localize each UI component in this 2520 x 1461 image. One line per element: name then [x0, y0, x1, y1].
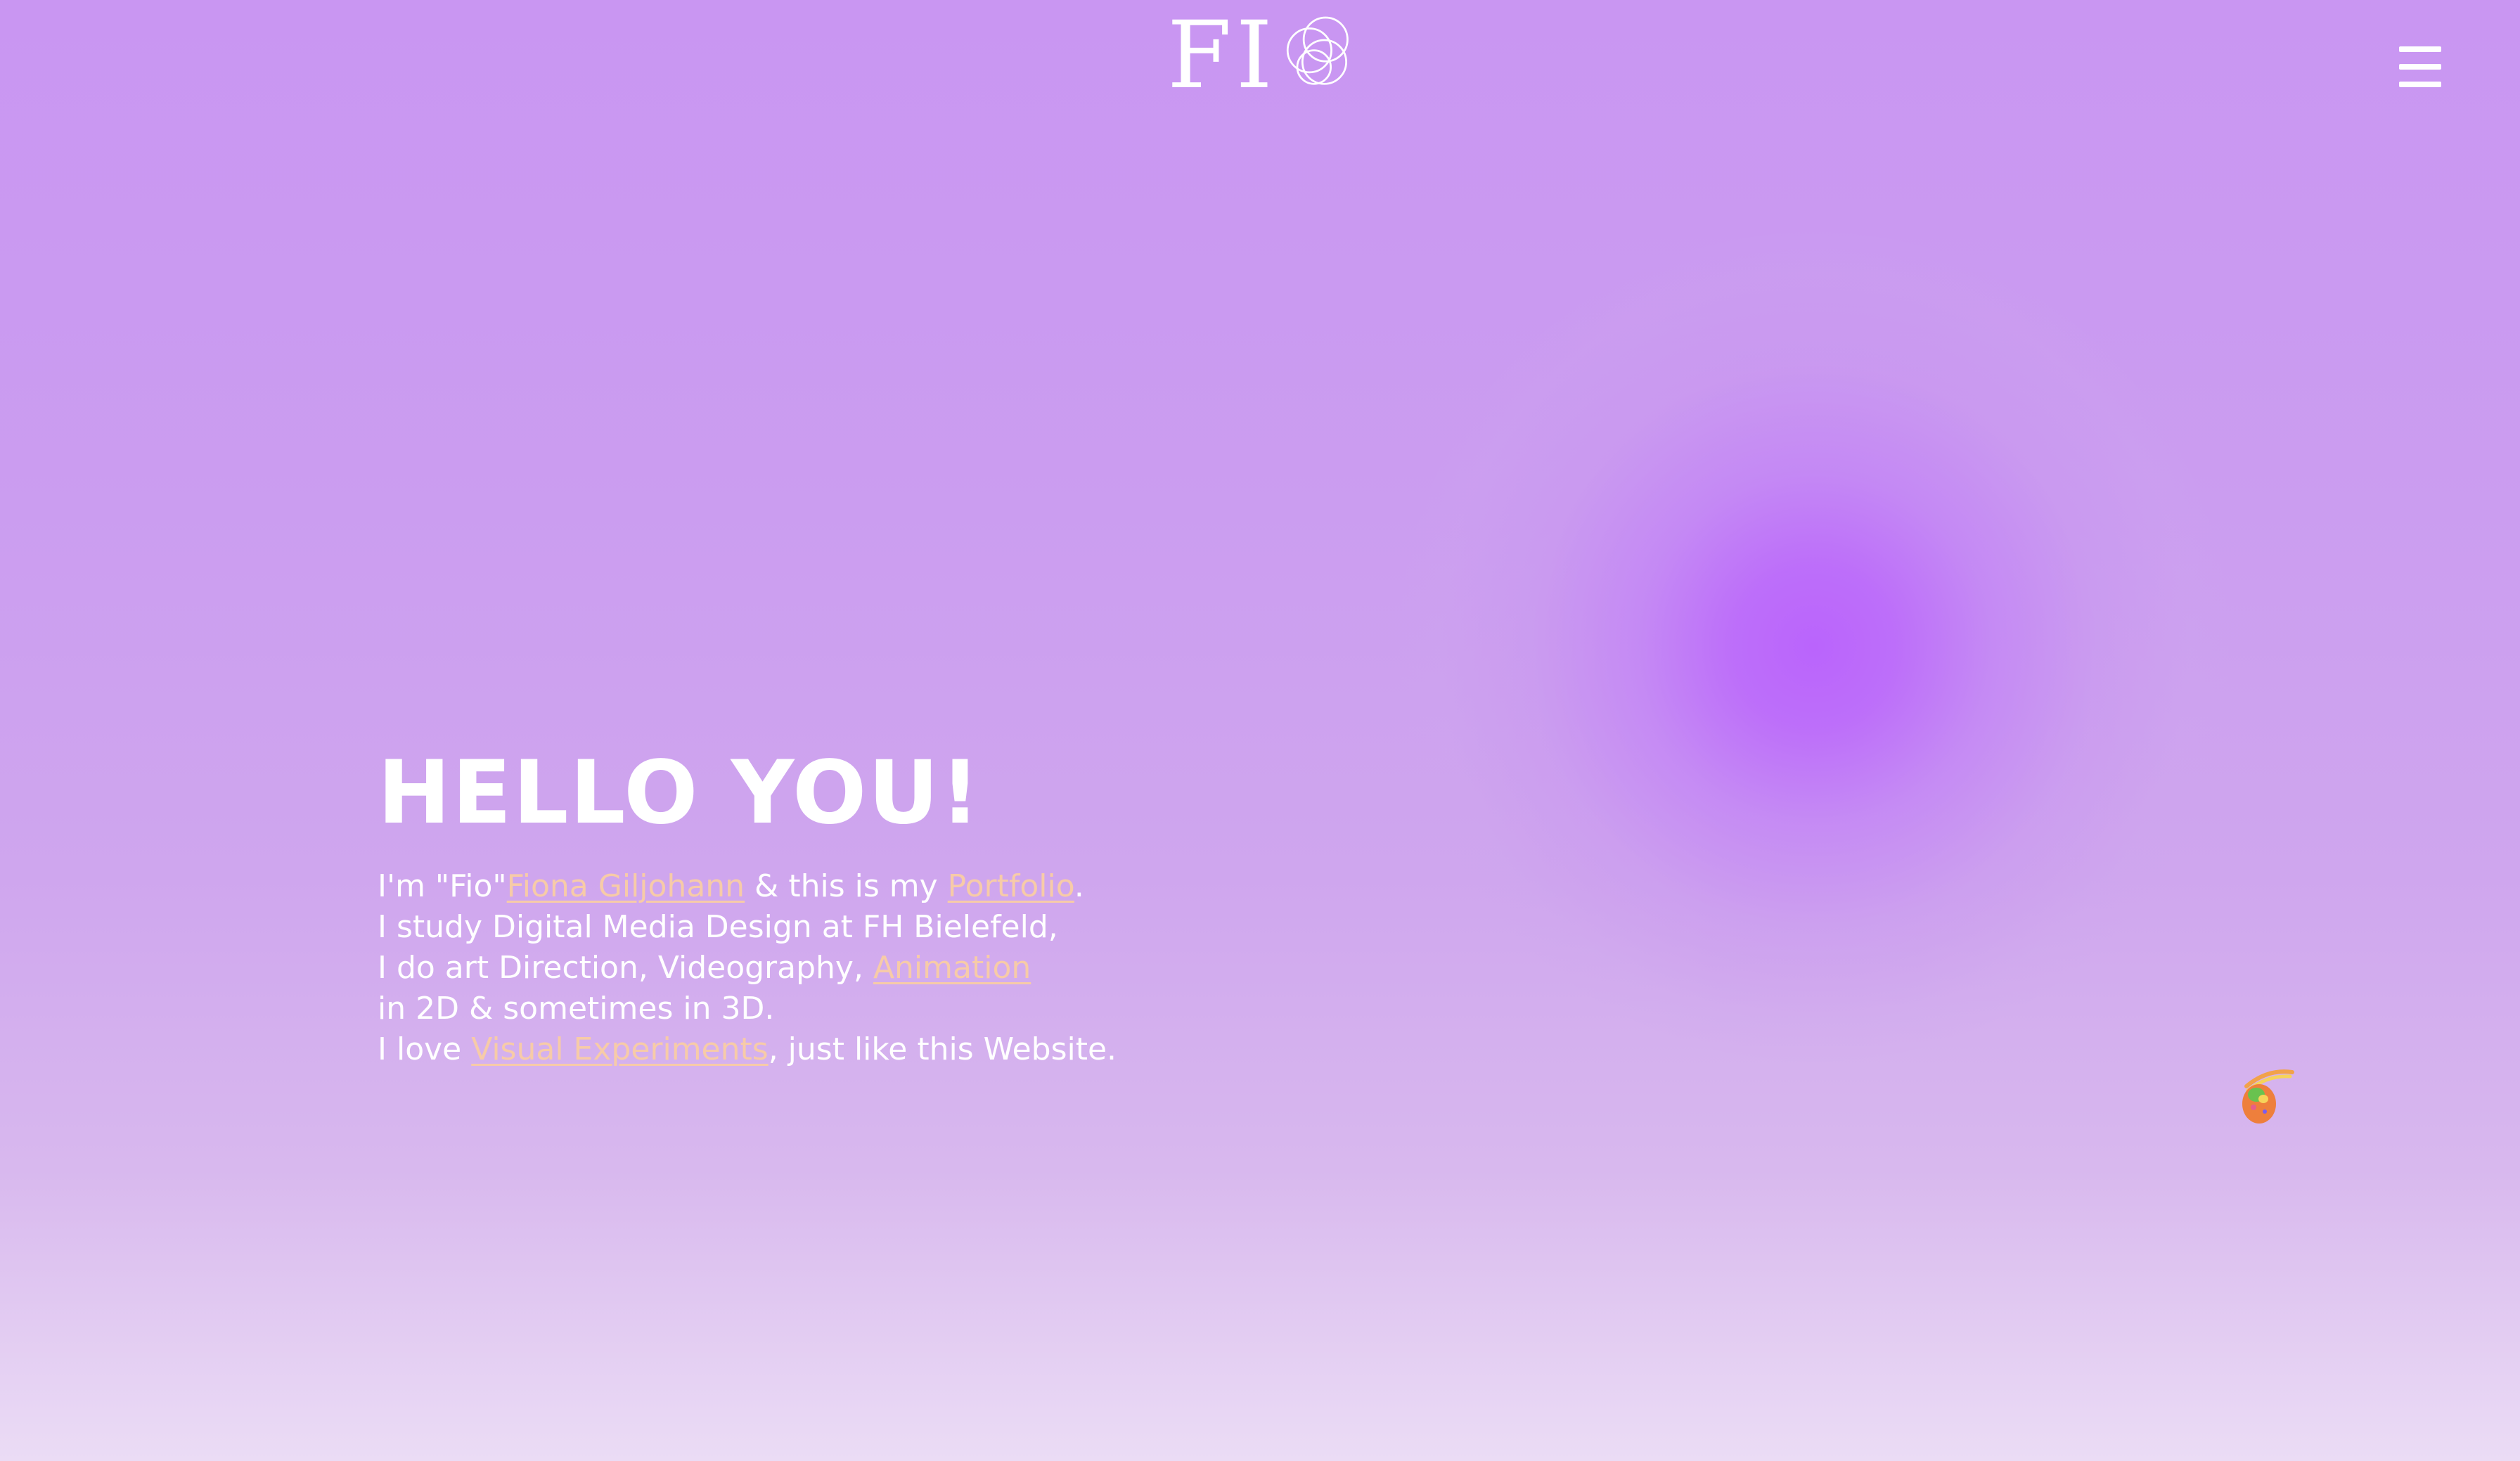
intro-text: I'm "Fio" — [378, 868, 507, 905]
hero-section: HELLO YOU! I'm "Fio"Fiona Giljohann & th… — [378, 745, 1117, 1070]
name-link[interactable]: Fiona Giljohann — [507, 868, 745, 904]
intro-line-4: in 2D & sometimes in 3D. — [378, 991, 775, 1027]
intro-text: . — [1074, 868, 1084, 905]
logo-wordmark: FI — [1167, 1, 1277, 110]
animation-link[interactable]: Animation — [873, 950, 1031, 986]
intro-line-5: I love Visual Experiments, just like thi… — [378, 1029, 1117, 1070]
intro-line-1: I'm "Fio"Fiona Giljohann & this is my Po… — [378, 866, 1117, 907]
visual-experiments-link[interactable]: Visual Experiments — [471, 1031, 769, 1067]
intro-line-3: I do art Direction, Videography, Animati… — [378, 948, 1117, 989]
purple-glow-orb — [1399, 232, 2229, 1062]
menu-button[interactable] — [2399, 46, 2441, 87]
portfolio-link[interactable]: Portfolio — [948, 868, 1074, 904]
rainbow-mascot-icon[interactable] — [2232, 1065, 2296, 1128]
rings-icon — [1286, 16, 1349, 85]
hero-title: HELLO YOU! — [378, 742, 982, 844]
intro-line-2: I study Digital Media Design at FH Biele… — [378, 909, 1058, 946]
intro-text: I do art Direction, Videography, — [378, 950, 873, 986]
intro-text: & this is my — [745, 868, 948, 905]
site-logo[interactable]: FI — [1167, 1, 1364, 110]
intro-text: I love — [378, 1031, 472, 1068]
hero-intro: I'm "Fio"Fiona Giljohann & this is my Po… — [378, 866, 1117, 1070]
intro-text: , just like this Website. — [768, 1031, 1117, 1068]
